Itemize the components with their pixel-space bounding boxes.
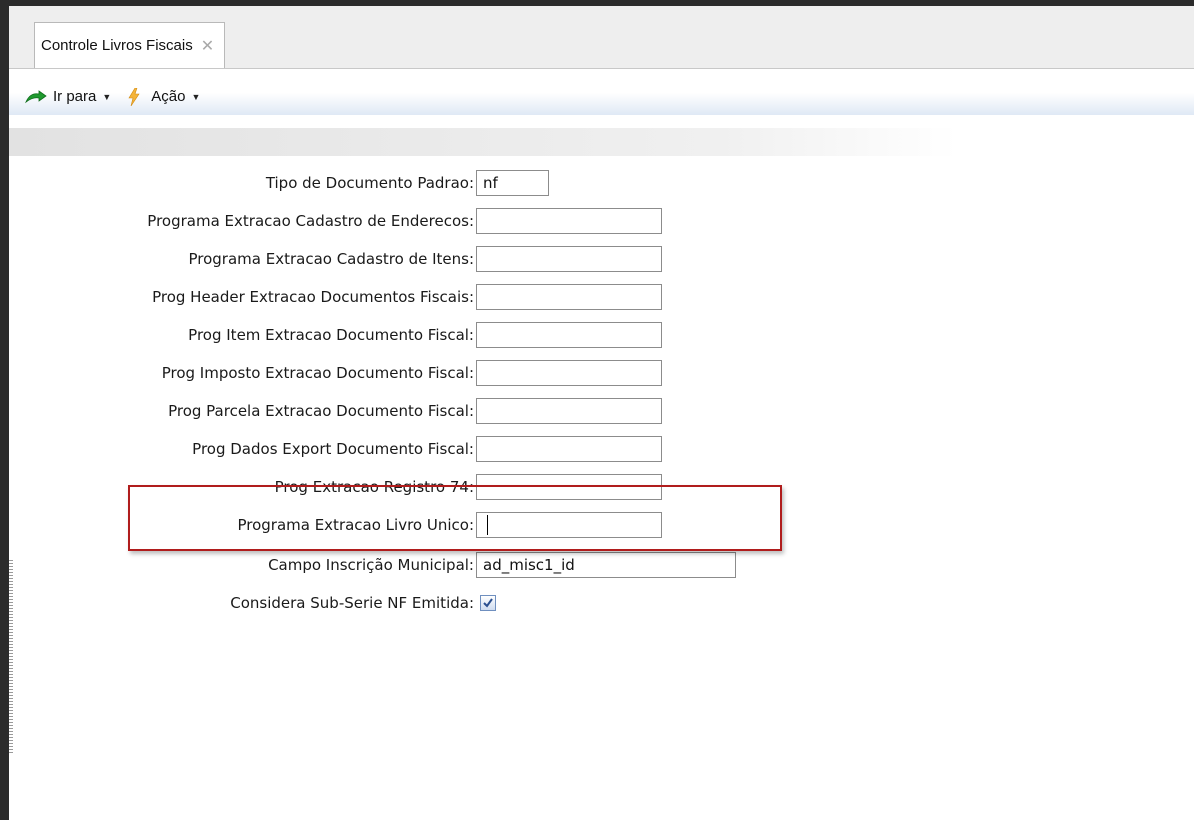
- text-caret: [487, 515, 488, 535]
- prog-enderecos-field[interactable]: [476, 208, 662, 234]
- label-campo-inscricao: Campo Inscrição Municipal:: [268, 556, 474, 574]
- tab-title: Controle Livros Fiscais: [41, 37, 193, 54]
- considera-sub-serie-checkbox[interactable]: [480, 595, 496, 611]
- prog-itens-field[interactable]: [476, 246, 662, 272]
- form-header-band: [9, 128, 1194, 156]
- label-tipo-documento: Tipo de Documento Padrao:: [265, 174, 474, 192]
- label-prog-dados-export: Prog Dados Export Documento Fiscal:: [192, 440, 474, 458]
- prog-registro-74-field[interactable]: [476, 474, 662, 500]
- action-label: Ação: [151, 88, 186, 105]
- dropdown-arrow-icon: ▼: [191, 91, 201, 102]
- prog-parcela-field[interactable]: [476, 398, 662, 424]
- tipo-documento-field[interactable]: [476, 170, 549, 196]
- action-menu-button[interactable]: Ação ▼: [119, 87, 201, 106]
- prog-imposto-field[interactable]: [476, 360, 662, 386]
- label-prog-enderecos: Programa Extracao Cadastro de Enderecos:: [147, 212, 474, 230]
- prog-dados-export-field[interactable]: [476, 436, 662, 462]
- checkmark-icon: [483, 598, 493, 608]
- window-frame-left: [0, 0, 9, 820]
- label-prog-item: Prog Item Extracao Documento Fiscal:: [188, 326, 474, 344]
- label-considera-sub-serie: Considera Sub-Serie NF Emitida:: [230, 594, 474, 612]
- label-prog-registro-74: Prog Extracao Registro 74:: [274, 478, 474, 496]
- prog-header-field[interactable]: [476, 284, 662, 310]
- goto-menu-button[interactable]: Ir para ▼: [25, 88, 111, 105]
- prog-livro-unico-field[interactable]: [476, 512, 662, 538]
- prog-item-field[interactable]: [476, 322, 662, 348]
- label-prog-itens: Programa Extracao Cadastro de Itens:: [188, 250, 474, 268]
- close-icon[interactable]: ✕: [201, 36, 214, 56]
- tab-controle-livros-fiscais[interactable]: Controle Livros Fiscais ✕: [34, 22, 226, 68]
- dropdown-arrow-icon: ▼: [102, 91, 112, 102]
- lightning-bolt-icon: [128, 87, 140, 106]
- splitter-grip[interactable]: [9, 560, 13, 755]
- goto-label: Ir para: [53, 88, 97, 105]
- campo-inscricao-field[interactable]: [476, 552, 736, 578]
- arrow-go-icon: [25, 89, 47, 103]
- label-prog-imposto: Prog Imposto Extracao Documento Fiscal:: [161, 364, 474, 382]
- label-prog-parcela: Prog Parcela Extracao Documento Fiscal:: [168, 402, 474, 420]
- label-prog-header: Prog Header Extracao Documentos Fiscais:: [152, 288, 474, 306]
- label-prog-livro-unico: Programa Extracao Livro Unico:: [237, 516, 474, 534]
- toolbar: Ir para ▼ Ação ▼: [9, 78, 1194, 115]
- tab-bar: Controle Livros Fiscais ✕: [9, 6, 1194, 69]
